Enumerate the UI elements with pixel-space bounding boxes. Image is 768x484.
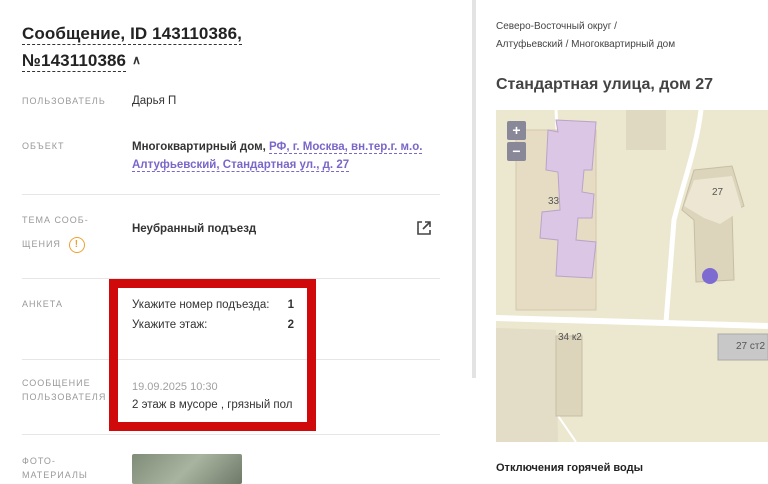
object-label: ОБЪЕКТ (22, 141, 65, 151)
topic-value: Неубранный подъезд (132, 223, 257, 235)
building-label: 27 (712, 187, 724, 198)
building-label: 27 ст2 (736, 341, 766, 352)
object-value: Многоквартирный дом, РФ, г. Москва, вн.т… (132, 138, 423, 174)
object-type: Многоквартирный дом, (132, 141, 266, 153)
user-message-label-2: ПОЛЬЗОВАТЕЛЯ (22, 392, 107, 402)
photos-label-2: МАТЕРИАЛЫ (22, 470, 88, 480)
user-value: Дарья П (132, 95, 177, 107)
user-label: ПОЛЬЗОВАТЕЛЬ (22, 96, 106, 106)
breadcrumb-line1: Северо-Восточный округ / (496, 21, 617, 32)
zoom-out-button[interactable]: − (507, 142, 526, 161)
hot-water-heading: Отключения горячей воды (496, 462, 643, 474)
divider (22, 434, 440, 435)
message-title[interactable]: Сообщение, ID 143110386, №143110386 ∧ (22, 20, 312, 74)
topic-label-2: ЩЕНИЯ (22, 239, 61, 249)
divider (22, 194, 440, 195)
zoom-in-button[interactable]: + (507, 121, 526, 140)
map[interactable]: 33 27 34 к2 27 ст2 + − (496, 110, 768, 442)
breadcrumb-line2: Алтуфьевский / Многоквартирный дом (496, 39, 676, 50)
object-address-link-2[interactable]: Алтуфьевский, Стандартная ул., д. 27 (132, 159, 350, 172)
warning-icon: ! (68, 236, 85, 253)
title-line1: Сообщение, ID 143110386, (22, 24, 242, 45)
chevron-up-icon[interactable]: ∧ (132, 47, 141, 74)
object-address-link-1[interactable]: РФ, г. Москва, вн.тер.г. м.о. (269, 141, 423, 154)
address-title: Стандартная улица, дом 27 (496, 76, 714, 93)
map-canvas (496, 110, 768, 442)
survey-label: АНКЕТА (22, 299, 63, 309)
building-label: 33 (548, 196, 560, 207)
photo-thumbnail[interactable] (132, 454, 242, 484)
breadcrumb: Северо-Восточный округ / Алтуфьевский / … (496, 18, 675, 54)
highlight-box (109, 279, 316, 431)
photos-label: ФОТО- МАТЕРИАЛЫ (22, 454, 88, 482)
user-message-label: СООБЩЕНИЕ ПОЛЬЗОВАТЕЛЯ (22, 376, 106, 404)
object-row: ОБЪЕКТ Многоквартирный дом, РФ, г. Москв… (22, 138, 440, 178)
topic-label: ТЕМА СООБ- ЩЕНИЯ! (22, 208, 89, 256)
message-panel: Сообщение, ID 143110386, №143110386 ∧ ПОЛ… (0, 0, 472, 484)
photos-label-1: ФОТО- (22, 456, 56, 466)
external-link-icon[interactable] (416, 220, 432, 236)
building-label: 34 к2 (558, 332, 582, 343)
title-line2: №143110386 (22, 51, 127, 72)
topic-label-1: ТЕМА СООБ- (22, 215, 89, 225)
location-panel: Северо-Восточный округ / Алтуфьевский / … (476, 0, 768, 476)
topic-row: ТЕМА СООБ- ЩЕНИЯ! Неубранный подъезд (22, 208, 440, 258)
user-row: ПОЛЬЗОВАТЕЛЬ Дарья П (22, 92, 440, 112)
user-message-label-1: СООБЩЕНИЕ (22, 378, 91, 388)
